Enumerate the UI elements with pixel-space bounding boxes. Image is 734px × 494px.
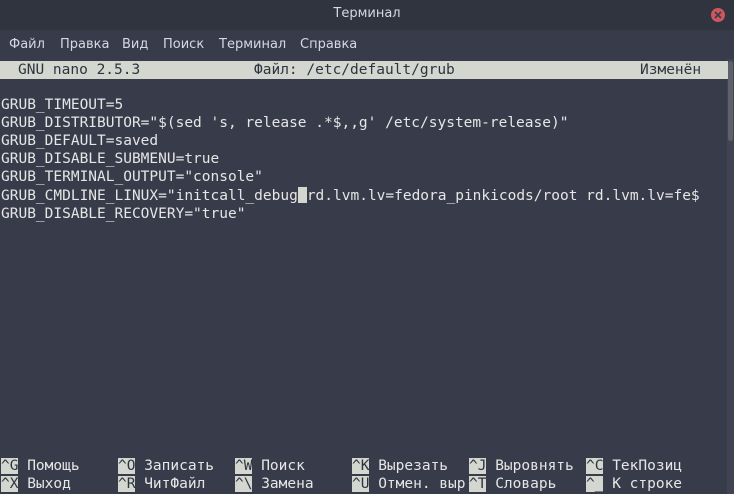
shortcut-key: ^X: [1, 476, 19, 492]
code-line-cmdline: GRUB_CMDLINE_LINUX="initcall_debug rd.lvm…: [1, 187, 700, 205]
shortcut-goto-line: ^_ К строке: [586, 475, 682, 493]
shortcut-label: ЧитФайл: [144, 476, 206, 492]
close-button[interactable]: [711, 8, 725, 22]
code-line: GRUB_DEFAULT=saved: [1, 133, 159, 149]
shortcut-key: ^G: [1, 458, 19, 474]
shortcut-replace: ^\ Замена: [235, 475, 314, 493]
scrollbar-thumb[interactable]: [728, 61, 733, 141]
cmdline-after-cursor: rd.lvm.lv=fedora_pinkicods/root rd.lvm.l…: [306, 188, 700, 204]
nano-version: GNU nano 2.5.3: [18, 62, 141, 78]
shortcut-key: ^O: [118, 458, 136, 474]
close-icon: [714, 11, 722, 19]
shortcut-cut: ^K Вырезать: [352, 457, 448, 475]
shortcut-label: К строке: [612, 476, 683, 492]
code-line: GRUB_DISTRIBUTOR="$(sed 's, release .*$,…: [1, 115, 569, 131]
window-title: Терминал: [333, 6, 401, 21]
code-line: GRUB_TIMEOUT=5: [1, 97, 124, 113]
shortcut-spell: ^T Словарь: [469, 475, 556, 493]
shortcut-justify: ^J Выровнять: [469, 457, 574, 475]
shortcut-label: Выровнять: [495, 458, 574, 474]
shortcut-key: ^U: [352, 476, 370, 492]
shortcut-curpos: ^C ТекПозиц: [586, 457, 682, 475]
shortcut-key: ^R: [118, 476, 136, 492]
menu-bar: Файл Правка Вид Поиск Терминал Справка: [0, 30, 734, 59]
code-line: GRUB_DISABLE_SUBMENU=true: [1, 151, 220, 167]
shortcut-label: Вырезать: [378, 458, 449, 474]
menu-terminal[interactable]: Терминал: [219, 30, 286, 59]
shortcut-label: Отмен. выр: [378, 476, 466, 492]
shortcut-key: ^W: [235, 458, 253, 474]
terminal-area[interactable]: GNU nano 2.5.3 Файл: /etc/default/grub И…: [0, 59, 734, 494]
nano-header-bar: GNU nano 2.5.3 Файл: /etc/default/grub И…: [0, 61, 728, 79]
shortcut-uncut: ^U Отмен. выр: [352, 475, 466, 493]
shortcut-exit: ^X Выход: [1, 475, 71, 493]
scrollbar[interactable]: [727, 59, 734, 494]
shortcut-search: ^W Поиск: [235, 457, 305, 475]
shortcut-key: ^C: [586, 458, 604, 474]
menu-file[interactable]: Файл: [9, 30, 45, 59]
shortcut-key: ^T: [469, 476, 487, 492]
title-bar[interactable]: Терминал: [0, 0, 734, 30]
shortcut-label: Замена: [261, 476, 314, 492]
nano-file-name: Файл: /etc/default/grub: [254, 62, 455, 78]
shortcut-write: ^O Записать: [118, 457, 214, 475]
shortcut-key: ^K: [352, 458, 370, 474]
cmdline-before-cursor: GRUB_CMDLINE_LINUX="initcall_debug: [1, 188, 298, 204]
shortcut-label: Записать: [144, 458, 215, 474]
shortcut-key: ^J: [469, 458, 487, 474]
shortcut-label: Выход: [27, 476, 71, 492]
shortcut-label: Поиск: [261, 458, 305, 474]
shortcut-help: ^G Помощь: [1, 457, 80, 475]
menu-view[interactable]: Вид: [122, 30, 148, 59]
shortcut-label: Помощь: [27, 458, 80, 474]
menu-edit[interactable]: Правка: [60, 30, 109, 59]
code-line: GRUB_TERMINAL_OUTPUT="console": [1, 169, 263, 185]
shortcut-label: ТекПозиц: [612, 458, 683, 474]
shortcut-key: ^_: [586, 476, 604, 492]
shortcut-read-file: ^R ЧитФайл: [118, 475, 205, 493]
terminal-window: Терминал Файл Правка Вид Поиск Терминал …: [0, 0, 734, 494]
nano-modified-status: Изменён: [640, 62, 702, 78]
shortcut-key: ^\: [235, 476, 253, 492]
menu-help[interactable]: Справка: [300, 30, 357, 59]
text-cursor: [297, 187, 307, 203]
menu-search[interactable]: Поиск: [163, 30, 204, 59]
code-line: GRUB_DISABLE_RECOVERY="true": [1, 206, 246, 222]
shortcut-label: Словарь: [495, 476, 557, 492]
